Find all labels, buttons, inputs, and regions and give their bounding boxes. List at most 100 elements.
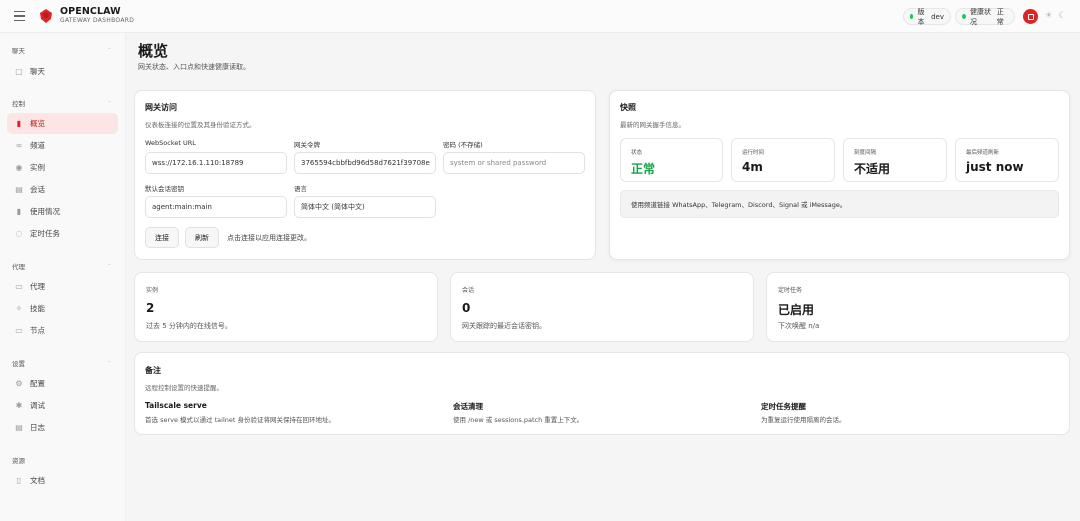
note-title: Tailscale serve bbox=[145, 401, 207, 410]
channel-info-banner: 使用频道链接 WhatsApp、Telegram、Discord、Signal … bbox=[620, 190, 1059, 218]
sidebar-item-usage[interactable]: ▮ 使用情况 bbox=[7, 201, 118, 222]
stat-tick-interval: 刻度间隔 不适用 bbox=[843, 138, 947, 182]
sidebar-item-config[interactable]: ⚙ 配置 bbox=[7, 373, 118, 394]
stat-label: 刻度间隔 bbox=[854, 150, 877, 156]
chevron-icon: – bbox=[108, 358, 111, 365]
sidebar-item-label: 聊天 bbox=[30, 67, 45, 76]
sidebar-item-overview[interactable]: ▮ 概览 bbox=[7, 113, 118, 134]
openclaw-logo-icon bbox=[40, 9, 52, 23]
cron-value: 已启用 bbox=[778, 303, 815, 317]
book-icon: ▯ bbox=[16, 476, 22, 485]
sidebar-section-resources[interactable]: 资源 bbox=[12, 455, 25, 465]
stat-label: 最后频道刷新 bbox=[966, 150, 1000, 156]
sidebar-item-skills[interactable]: ✧ 技能 bbox=[7, 298, 118, 319]
health-label: 健康状况 bbox=[970, 7, 992, 26]
sidebar-item-label: 定时任务 bbox=[30, 229, 60, 238]
sidebar-item-channels[interactable]: ∞ 频道 bbox=[7, 135, 118, 156]
chevron-icon: – bbox=[108, 98, 111, 105]
gateway-card-title: 网关访问 bbox=[145, 103, 177, 112]
stat-value: 4m bbox=[742, 160, 763, 174]
health-pill: 健康状况 正常 bbox=[955, 7, 1015, 26]
connect-button[interactable]: 连接 bbox=[145, 227, 179, 248]
usage-chart-icon: ▮ bbox=[16, 207, 22, 216]
sidebar-item-docs[interactable]: ▯ 文档 bbox=[7, 470, 118, 491]
sidebar-item-debug[interactable]: ✱ 调试 bbox=[7, 395, 118, 416]
section-title: 代理 bbox=[12, 263, 25, 271]
note-desc: 使用 /new 或 sessions.patch 重置上下文。 bbox=[453, 416, 584, 424]
sidebar-item-label: 使用情况 bbox=[30, 207, 60, 216]
moon-icon[interactable]: ☾ bbox=[1055, 9, 1070, 24]
sessions-subtext: 网关跟踪的最近会话密钥。 bbox=[462, 322, 546, 330]
brand-subtitle: GATEWAY DASHBOARD bbox=[60, 17, 135, 24]
language-select[interactable]: 简体中文 (简体中文) bbox=[294, 196, 436, 218]
radio-icon: ◉ bbox=[15, 163, 23, 172]
instances-subtext: 过去 5 分钟内的在线信号。 bbox=[146, 322, 232, 330]
notes-subtitle: 远程控制设置的快速提醒。 bbox=[145, 384, 223, 392]
version-label: 版本 bbox=[917, 7, 925, 26]
status-dot-icon bbox=[962, 14, 967, 19]
gateway-token-input[interactable]: 3765594cbbfbd96d58d7621f39708e bbox=[294, 152, 436, 174]
sidebar-item-label: 代理 bbox=[30, 282, 45, 291]
sidebar-item-label: 调试 bbox=[30, 401, 45, 410]
page-title: 概览 bbox=[138, 42, 169, 60]
sidebar-section-chat[interactable]: 聊天 – bbox=[12, 45, 111, 55]
gateway-card-subtitle: 仪表板连接的位置及其身份验证方式。 bbox=[145, 121, 256, 129]
session-key-label: 默认会话密钥 bbox=[145, 185, 184, 193]
sidebar-section-agents[interactable]: 代理 – bbox=[12, 261, 111, 271]
sidebar-item-cron[interactable]: ◌ 定时任务 bbox=[7, 223, 118, 244]
section-title: 控制 bbox=[12, 100, 25, 108]
status-dot-icon bbox=[910, 14, 914, 19]
sidebar-item-label: 技能 bbox=[30, 304, 45, 313]
chevron-icon: – bbox=[108, 261, 111, 268]
health-value: 正常 bbox=[996, 7, 1004, 26]
bar-chart-icon: ▮ bbox=[16, 119, 22, 128]
websocket-url-input[interactable]: wss://172.16.1.110:18789 bbox=[145, 152, 287, 174]
cron-label: 定时任务 bbox=[778, 287, 803, 294]
folder-icon: ▭ bbox=[15, 282, 23, 291]
menu-icon[interactable] bbox=[14, 9, 30, 23]
sidebar: 聊天 – ▢ 聊天 控制 – ▮ 概览 ∞ 频道 ◉ 实例 ▤ 会话 ▮ 使用情况 ◌ 定时任务 … bbox=[0, 33, 126, 521]
stat-status: 状态 正常 bbox=[620, 138, 723, 182]
stat-value: just now bbox=[966, 160, 1024, 174]
password-input[interactable]: system or shared password bbox=[443, 152, 585, 174]
connect-hint: 点击连接以应用连接更改。 bbox=[227, 234, 311, 242]
sidebar-item-nodes[interactable]: ▭ 节点 bbox=[7, 320, 118, 341]
version-pill: 版本 dev bbox=[903, 7, 951, 26]
sidebar-item-chat[interactable]: ▢ 聊天 bbox=[7, 61, 118, 82]
theme-system-icon[interactable] bbox=[1023, 9, 1038, 24]
sidebar-item-label: 节点 bbox=[30, 326, 45, 335]
sidebar-section-control[interactable]: 控制 – bbox=[12, 98, 111, 108]
sidebar-item-agents[interactable]: ▭ 代理 bbox=[7, 276, 118, 297]
stat-uptime: 运行时间 4m bbox=[731, 138, 835, 182]
refresh-button[interactable]: 刷新 bbox=[185, 227, 219, 248]
sidebar-item-logs[interactable]: ▤ 日志 bbox=[7, 417, 118, 438]
sidebar-item-label: 配置 bbox=[30, 379, 45, 388]
stat-value: 不适用 bbox=[854, 162, 891, 176]
stat-label: 状态 bbox=[631, 150, 643, 156]
version-value: dev bbox=[931, 12, 944, 21]
sidebar-item-label: 会话 bbox=[30, 185, 45, 194]
brand: OPENCLAW GATEWAY DASHBOARD bbox=[60, 7, 134, 25]
session-key-input[interactable]: agent:main:main bbox=[145, 196, 287, 218]
sidebar-item-instances[interactable]: ◉ 实例 bbox=[7, 157, 118, 178]
sidebar-item-label: 日志 bbox=[30, 423, 45, 432]
sparkle-icon: ✧ bbox=[15, 304, 23, 313]
websocket-label: WebSocket URL bbox=[145, 139, 196, 147]
cron-subtext: 下次唤醒 n/a bbox=[778, 322, 820, 330]
sessions-label: 会话 bbox=[462, 287, 475, 294]
sun-icon[interactable]: ☀ bbox=[1041, 9, 1056, 24]
sessions-value: 0 bbox=[462, 301, 471, 315]
notes-title: 备注 bbox=[145, 366, 161, 375]
chevron-icon: – bbox=[108, 45, 111, 52]
file-icon: ▤ bbox=[15, 185, 23, 194]
sidebar-item-sessions[interactable]: ▤ 会话 bbox=[7, 179, 118, 200]
sidebar-item-label: 频道 bbox=[30, 141, 45, 150]
note-desc: 首选 serve 模式以通过 tailnet 身份验证将网关保持在回环地址。 bbox=[145, 416, 335, 424]
sidebar-item-label: 实例 bbox=[30, 163, 45, 172]
section-title: 聊天 bbox=[12, 47, 25, 55]
stat-last-refresh: 最后频道刷新 just now bbox=[955, 138, 1059, 182]
sessions-card: 会话 0 网关跟踪的最近会话密钥。 bbox=[450, 272, 754, 342]
sidebar-item-label: 文档 bbox=[30, 476, 45, 485]
sidebar-section-settings[interactable]: 设置 – bbox=[12, 358, 111, 368]
note-title: 会话清理 bbox=[453, 402, 483, 411]
